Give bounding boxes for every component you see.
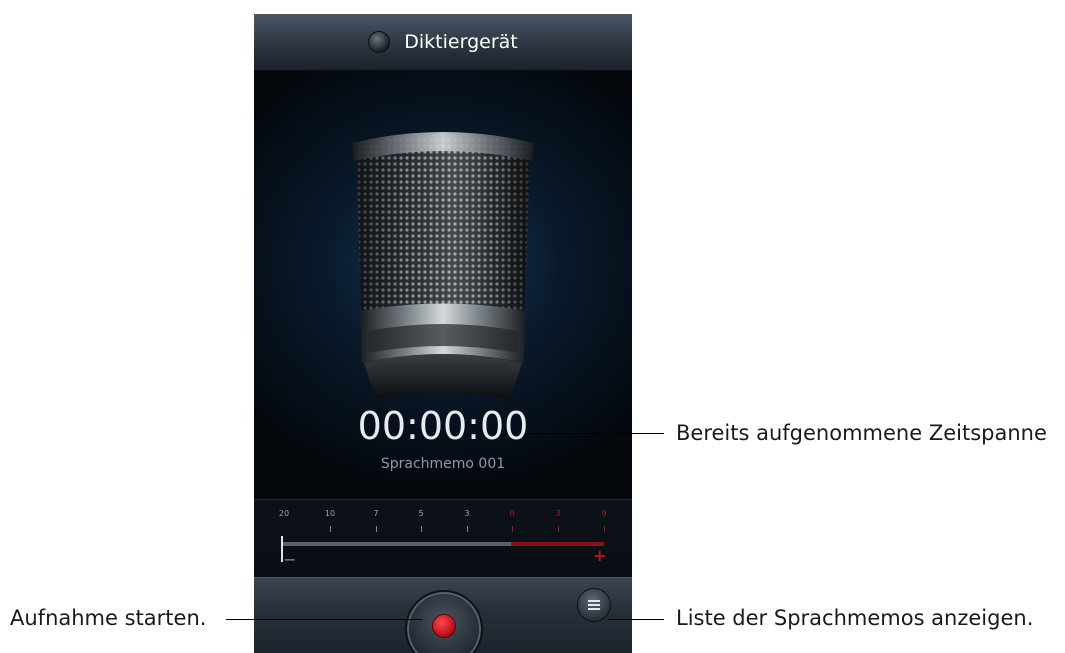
callout-line-time <box>528 433 664 434</box>
meter-label: 3 <box>555 509 561 518</box>
callout-line-record <box>226 619 422 620</box>
record-button[interactable] <box>405 590 483 653</box>
meter-tick <box>604 526 605 532</box>
meter-label: 3 <box>464 509 470 518</box>
list-icon <box>588 600 600 610</box>
meter-label: 9 <box>601 509 607 518</box>
meter-label: 10 <box>324 509 336 518</box>
meter-plus: + <box>593 546 607 565</box>
meter-minus: − <box>283 550 297 569</box>
title-bar: Diktiergerät <box>254 14 632 71</box>
meter-tick <box>512 526 513 532</box>
meter-label: 20 <box>278 509 290 518</box>
memo-name: Sprachmemo 001 <box>380 456 506 472</box>
record-icon <box>432 614 456 638</box>
meter-tick <box>558 526 559 532</box>
meter-tick <box>467 526 468 532</box>
bottom-bar <box>254 577 632 653</box>
callout-start-recording: Aufnahme starten. <box>10 606 207 630</box>
callout-elapsed-time: Bereits aufgenommene Zeitspanne <box>676 421 1047 445</box>
recorder-icon <box>368 31 391 53</box>
meter-tick <box>421 526 422 532</box>
callout-memo-list: Liste der Sprachmemos anzeigen. <box>676 606 1034 630</box>
meter-bar-peak <box>511 542 604 546</box>
meter-tick <box>330 526 331 532</box>
meter-tick <box>376 526 377 532</box>
memo-list-button[interactable] <box>577 588 611 622</box>
microphone-icon <box>352 132 534 399</box>
phone-screen: Diktiergerät 00:00:00 Sprachmemo 001 20 … <box>254 14 632 653</box>
meter-label: 0 <box>509 509 515 518</box>
elapsed-time: 00:00:00 <box>357 404 529 448</box>
callout-line-list <box>608 619 664 620</box>
app-title: Diktiergerät <box>404 31 518 53</box>
meter-label: 5 <box>418 509 424 518</box>
meter-label: 7 <box>373 509 379 518</box>
level-meter: 20 10 7 5 3 0 3 9 − + <box>254 499 632 578</box>
